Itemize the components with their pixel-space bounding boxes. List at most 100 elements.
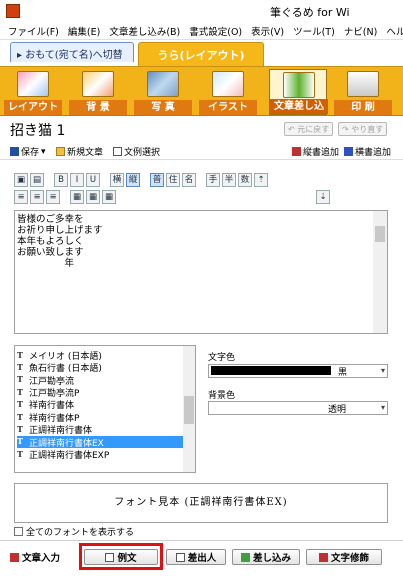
font-name: メイリオ (日本語) xyxy=(29,351,102,362)
font-list-item[interactable]: T 江戸勘亭流P xyxy=(17,386,183,399)
name-button[interactable]: 名 xyxy=(182,173,196,187)
font-name: 祥南行書体P xyxy=(29,413,80,424)
printer-icon xyxy=(347,71,379,97)
tab-sender-button[interactable]: 差出人 xyxy=(166,549,226,565)
bold-button[interactable]: B xyxy=(54,173,68,187)
box-icon[interactable]: ▤ xyxy=(30,173,44,187)
font-list-scroll-thumb[interactable] xyxy=(184,396,194,424)
italic-button[interactable]: I xyxy=(70,173,84,187)
save-label: 保存 xyxy=(21,148,40,158)
menu-format[interactable]: 書式設定(O) xyxy=(189,24,242,38)
tab-back-layout[interactable]: うら(レイアウト) xyxy=(138,42,264,66)
save-button[interactable]: 保存 ▾ xyxy=(10,145,46,158)
address-button[interactable]: 住 xyxy=(166,173,180,187)
layout-top-icon[interactable]: ▦ xyxy=(70,190,84,204)
add-vertical-button[interactable]: 縦書追加 xyxy=(292,145,339,158)
truetype-icon: T xyxy=(17,362,23,373)
text-decoration-icon xyxy=(318,552,328,562)
sender-icon xyxy=(175,552,185,562)
font-list-item[interactable]: T 祥南行書体 xyxy=(17,399,183,412)
tab-text-decoration-button[interactable]: 文字修飾 xyxy=(306,549,382,565)
menu-help[interactable]: ヘル xyxy=(386,24,403,38)
background-color-value: 透明 xyxy=(328,405,347,415)
font-list-item[interactable]: T 祥南行書体P xyxy=(17,411,183,424)
new-text-button[interactable]: 新規文章 xyxy=(56,145,103,158)
show-all-fonts-option[interactable]: 全てのフォントを表示する xyxy=(14,525,134,538)
menu-view[interactable]: 表示(V) xyxy=(251,24,284,38)
half-width-button[interactable]: 半 xyxy=(222,173,236,187)
font-list-item[interactable]: T 正調祥南行書体EXP xyxy=(17,448,183,461)
undo-icon: ↶ xyxy=(288,125,295,134)
truetype-icon: T xyxy=(17,349,23,360)
toolbar-background-button[interactable]: 背 景 xyxy=(69,69,127,115)
font-list[interactable]: T メイリオ (日本語) T 魚石行書 (日本語) T 江戸勘亭流 T 江戸勘亭流P T… xyxy=(14,345,196,473)
toolbar-illust-button[interactable]: イラスト xyxy=(199,69,257,115)
font-name: 江戸勘亭流 xyxy=(29,376,75,387)
hand-button[interactable]: 手 xyxy=(206,173,220,187)
add-vertical-label: 縦書追加 xyxy=(303,148,340,158)
layout-middle-icon[interactable]: ▦ xyxy=(86,190,100,204)
merge-icon xyxy=(240,552,250,562)
frame-icon[interactable]: ▣ xyxy=(14,173,28,187)
text-color-label: 文字色 xyxy=(208,353,236,363)
layout-bottom-icon[interactable]: ▦ xyxy=(102,190,116,204)
toolbar-insert-text-label: 文章差し込み xyxy=(270,99,328,127)
tab-sender-label: 差出人 xyxy=(187,553,217,564)
horizontal-add-icon xyxy=(344,147,353,156)
document-icon xyxy=(113,147,122,156)
font-list-item[interactable]: T 魚石行書 (日本語) xyxy=(17,361,183,375)
font-list-item[interactable]: T メイリオ (日本語) xyxy=(17,349,183,362)
toolbar-photo-button[interactable]: 写 真 xyxy=(134,69,192,115)
font-name: 正調祥南行書体 xyxy=(29,426,93,437)
font-size-up-icon[interactable]: ⇡ xyxy=(254,173,268,187)
text-line: 本年もよろしく xyxy=(17,236,84,247)
menu-bar: ファイル(F) 編集(E) 文章差し込み(B) 書式設定(O) 表示(V) ツー… xyxy=(0,22,403,40)
font-size-down-icon[interactable]: ⇣ xyxy=(316,190,330,204)
background-color-label: 背景色 xyxy=(208,391,236,401)
font-list-item-selected[interactable]: T 正調祥南行書体EX xyxy=(17,435,183,449)
document-title: 招き猫 1 xyxy=(10,123,66,139)
normal-button[interactable]: 普 xyxy=(150,173,164,187)
align-left-icon[interactable]: ≡ xyxy=(14,190,28,204)
tab-merge-label: 差し込み xyxy=(252,553,291,564)
truetype-icon: T xyxy=(17,424,23,435)
background-color-select[interactable]: ▾ xyxy=(208,401,388,415)
underline-button[interactable]: U xyxy=(86,173,100,187)
undo-button[interactable]: ↶ 元に戻す xyxy=(284,122,334,136)
vertical-button[interactable]: 縦 xyxy=(126,173,140,187)
tab-front-switch[interactable]: ▸ おもて(宛て名)へ切替 xyxy=(10,42,134,62)
toolbar-insert-text-button[interactable]: 文章差し込み xyxy=(269,69,328,127)
text-scroll-thumb[interactable] xyxy=(375,226,385,242)
toolbar-layout-label: レイアウト xyxy=(4,100,62,115)
show-all-fonts-checkbox[interactable] xyxy=(14,527,23,536)
tab-merge-button[interactable]: 差し込み xyxy=(232,549,300,565)
menu-tools[interactable]: ツール(T) xyxy=(293,24,335,38)
truetype-icon: T xyxy=(17,436,23,447)
select-example-button[interactable]: 文例選択 xyxy=(113,145,160,158)
select-example-label: 文例選択 xyxy=(124,148,161,158)
highlight-box xyxy=(79,543,163,570)
toolbar-layout-button[interactable]: レイアウト xyxy=(4,69,62,115)
number-button[interactable]: 数 xyxy=(238,173,252,187)
app-icon xyxy=(6,4,20,18)
add-horizontal-button[interactable]: 横書追加 xyxy=(344,145,391,158)
menu-navi[interactable]: ナビ(N) xyxy=(344,24,378,38)
align-right-icon[interactable]: ≡ xyxy=(46,190,60,204)
font-list-item[interactable]: T 正調祥南行書体 xyxy=(17,423,183,437)
font-list-item[interactable]: T 江戸勘亭流 xyxy=(17,374,183,387)
horizontal-button[interactable]: 横 xyxy=(110,173,124,187)
menu-file[interactable]: ファイル(F) xyxy=(8,24,59,38)
menu-insert-text[interactable]: 文章差し込み(B) xyxy=(109,24,180,38)
message-text: 皆様のご多幸を お祈り申し上げます 本年もよろしく お願い致します 年 xyxy=(17,214,103,269)
tab-text-input[interactable]: 文章入力 xyxy=(10,549,60,565)
font-name: 祥南行書体 xyxy=(29,401,75,412)
redo-button[interactable]: ↷ やり直す xyxy=(338,122,388,136)
align-center-icon[interactable]: ≡ xyxy=(30,190,44,204)
menu-edit[interactable]: 編集(E) xyxy=(68,24,100,38)
toolbar-print-button[interactable]: 印 刷 xyxy=(334,69,392,115)
format-toolbar-row2: ≡ ≡ ≡ ▦ ▦ ▦ ⇣ xyxy=(14,190,330,204)
